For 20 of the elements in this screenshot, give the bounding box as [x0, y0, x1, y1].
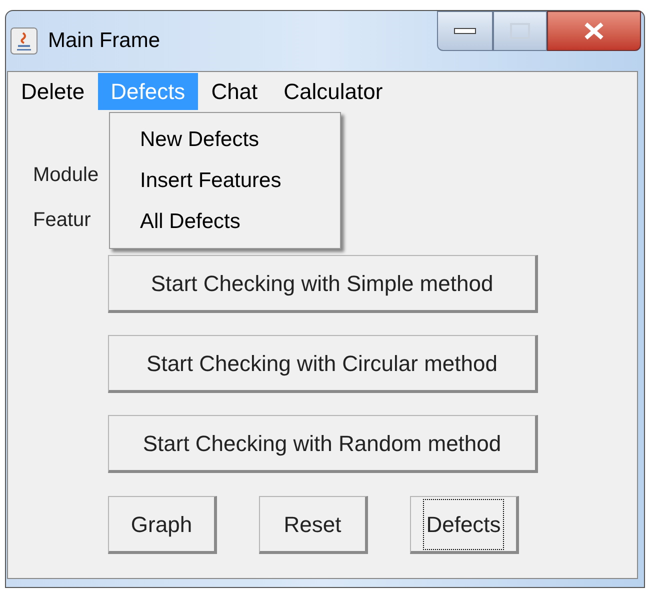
button[interactable]: Graph — [108, 496, 217, 554]
minimize-button[interactable] — [437, 11, 493, 51]
dropdown-item[interactable]: Insert Features — [110, 160, 340, 201]
close-button[interactable] — [547, 11, 641, 51]
field-label: Module — [33, 163, 99, 188]
cup-icon — [10, 27, 38, 55]
button[interactable]: Reset — [259, 496, 368, 554]
maximize-button[interactable] — [493, 11, 547, 51]
button[interactable]: Start Checking with Random method — [108, 415, 538, 473]
dropdown-item[interactable]: New Defects — [110, 119, 340, 160]
window-title: Main Frame — [48, 28, 160, 54]
button[interactable]: Start Checking with Circular method — [108, 335, 538, 393]
dropdown-item[interactable]: All Defects — [110, 201, 340, 242]
button[interactable]: Start Checking with Simple method — [108, 255, 538, 313]
menu-item[interactable]: Delete — [8, 73, 98, 110]
menu-item[interactable]: Calculator — [270, 73, 396, 110]
close-icon — [583, 22, 605, 40]
menu-item[interactable]: Chat — [198, 73, 271, 110]
field-label: Featur — [33, 208, 91, 233]
button[interactable]: Defects — [410, 496, 519, 554]
